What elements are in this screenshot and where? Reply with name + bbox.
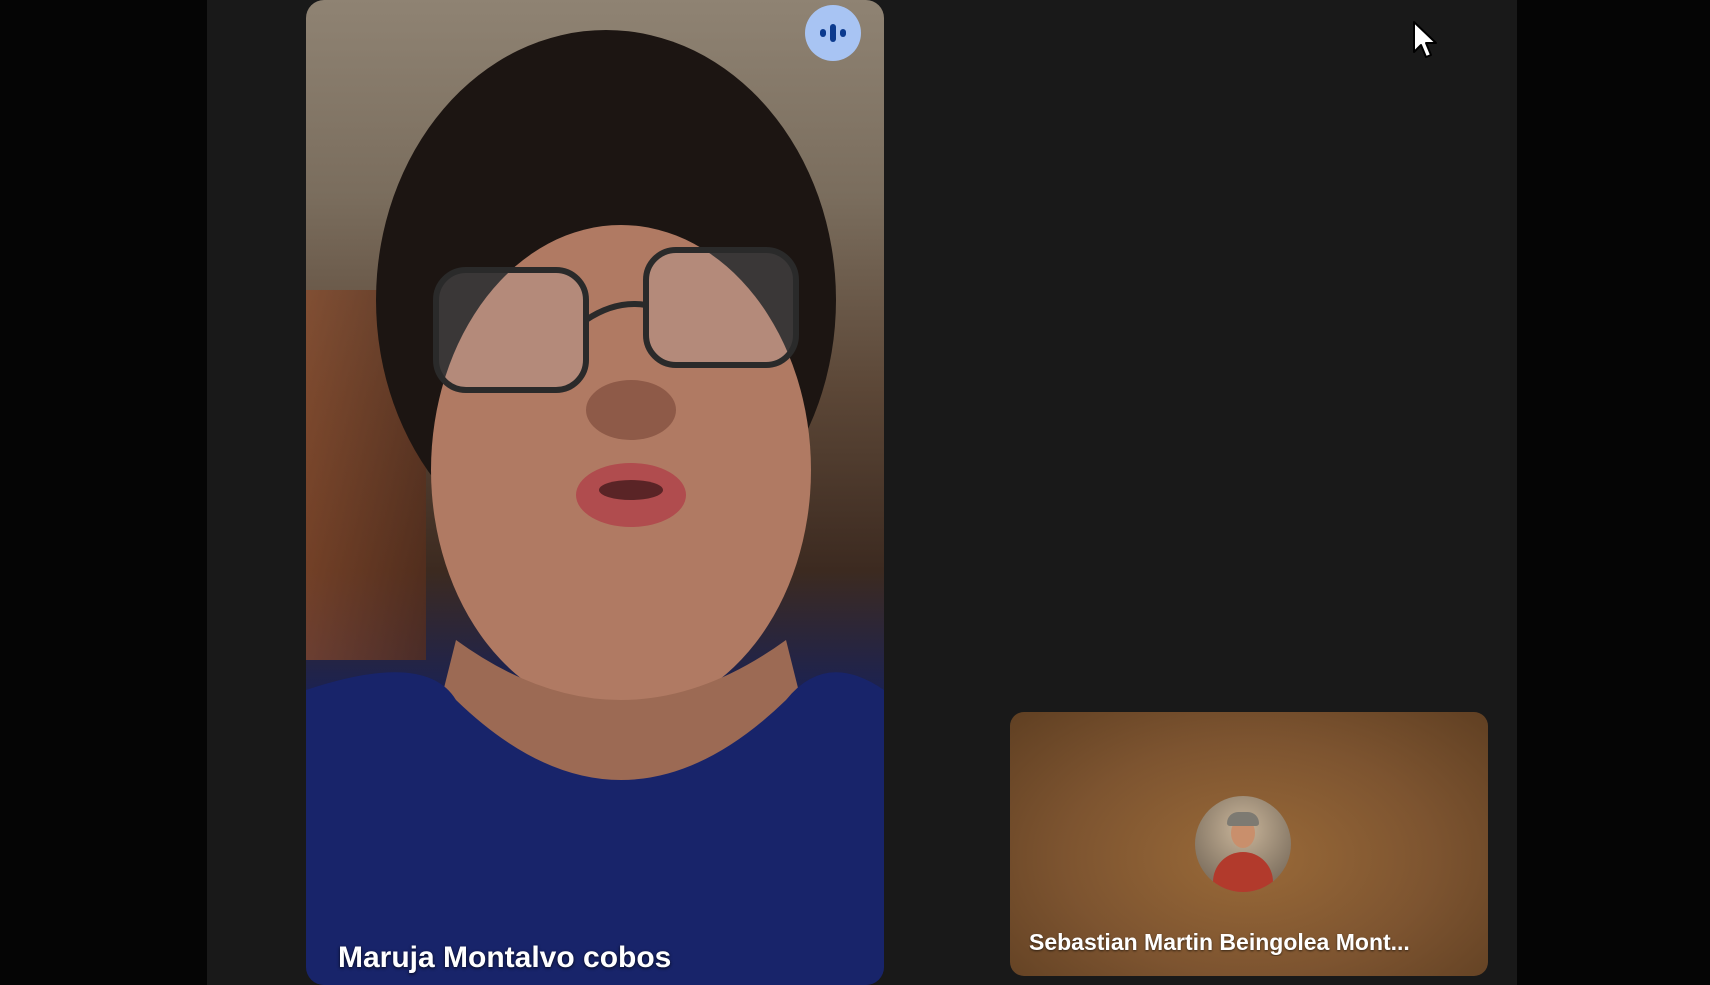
- participant-tile-secondary[interactable]: Sebastian Martin Beingolea Mont...: [1010, 712, 1488, 976]
- mouth-inner: [599, 480, 663, 500]
- mouse-pointer-icon: [1413, 21, 1437, 58]
- participant-name-secondary: Sebastian Martin Beingolea Mont...: [1029, 929, 1410, 955]
- avatar: [1195, 796, 1291, 892]
- participant-tile-main[interactable]: Maruja Montalvo cobos: [306, 0, 884, 985]
- audio-level-icon: [805, 5, 861, 61]
- nose-shape: [586, 380, 676, 440]
- meeting-stage: Maruja Montalvo cobos Sebastian Martin B…: [207, 0, 1517, 985]
- glasses-left-lens: [433, 267, 589, 393]
- glasses-right-lens: [643, 247, 799, 368]
- participant-video: [306, 30, 884, 985]
- participant-name-main: Maruja Montalvo cobos: [338, 941, 672, 974]
